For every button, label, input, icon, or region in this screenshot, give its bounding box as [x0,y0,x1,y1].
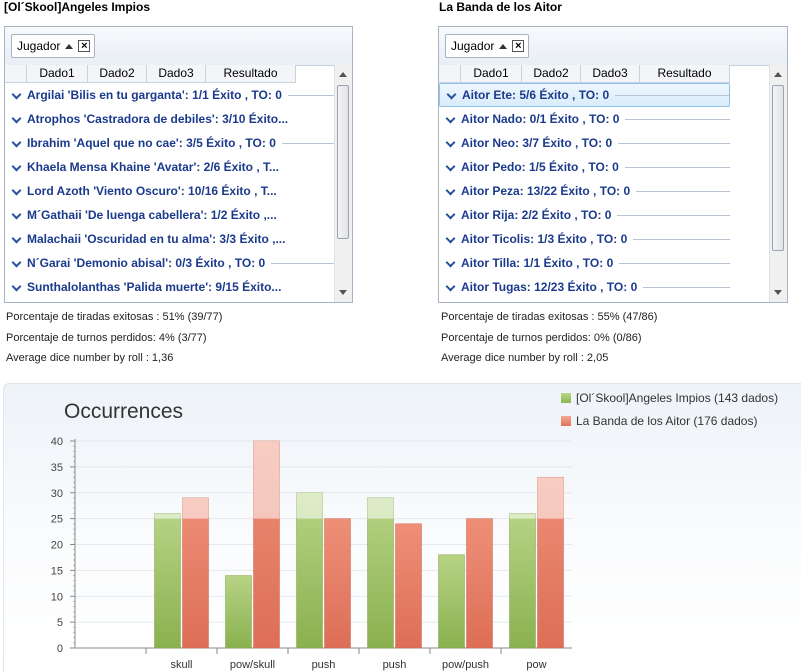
y-tick-label: 5 [57,617,63,629]
y-tick-label: 35 [51,462,63,474]
bar-highlight [182,497,209,519]
bar-highlight [537,477,564,519]
bar-highlight [367,497,394,519]
y-tick-label: 10 [51,591,63,603]
y-tick-label: 30 [51,488,63,500]
x-tick-label: pow/skull [230,659,275,671]
y-tick-label: 25 [51,514,63,526]
bar-highlight [296,492,323,519]
x-tick-label: push [312,659,336,671]
bar-series-1 [509,513,536,649]
bar-series-2 [182,497,209,649]
x-tick-label: skull [170,659,192,671]
bar-series-1 [154,513,181,649]
y-tick-label: 20 [51,540,63,552]
bar-highlight [154,513,181,519]
y-tick-label: 0 [57,643,63,655]
bar-series-1 [367,497,394,649]
bar-series-1 [438,554,465,649]
bar-series-2 [395,523,422,649]
occurrences-bar-chart: 0 5 10 15 20 25 30 35 40 skull pow/skull push push po… [51,436,572,671]
y-tick-label: 15 [51,565,63,577]
x-tick-label: push [383,659,407,671]
bar-series-2 [324,518,351,649]
bar-series-1 [225,575,252,649]
x-tick-label: pow/push [442,659,489,671]
y-tick-label: 40 [51,436,63,448]
bar-series-2 [466,518,493,649]
bar-highlight [509,513,536,519]
x-tick-label: pow [526,659,546,671]
bar-highlight [253,441,280,519]
